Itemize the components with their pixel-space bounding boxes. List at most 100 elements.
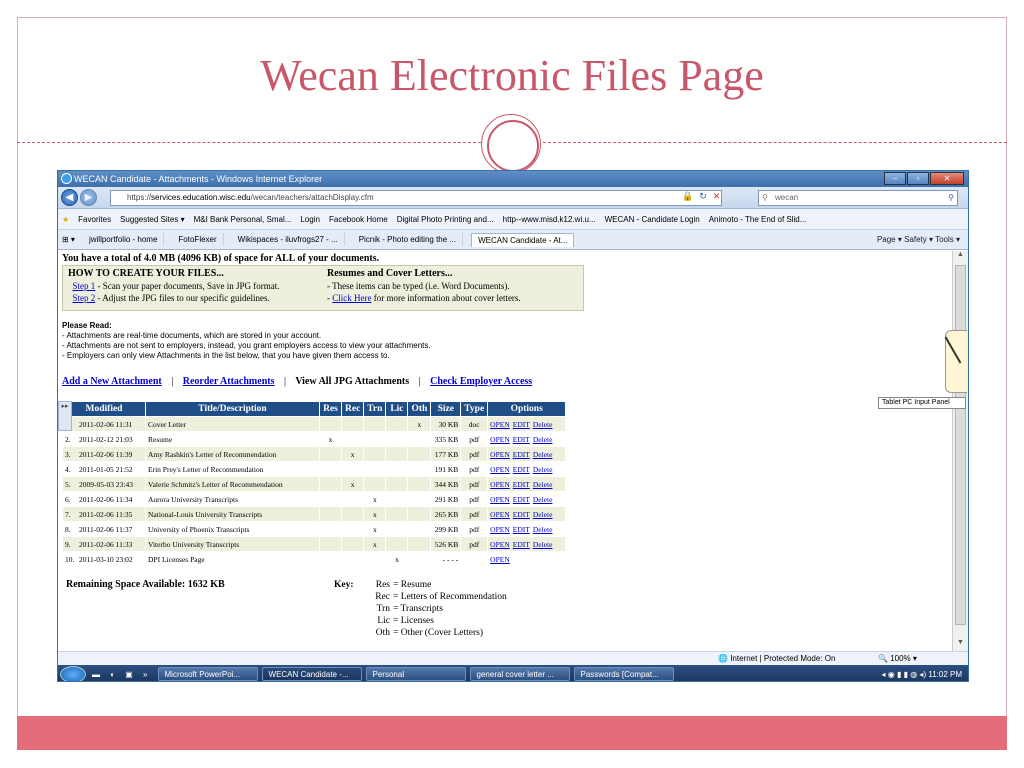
- close-icon[interactable]: ✕: [930, 172, 964, 185]
- open-link[interactable]: OPEN: [490, 510, 510, 519]
- edit-link[interactable]: EDIT: [513, 435, 530, 444]
- cell-title: National-Louis University Transcripts: [145, 506, 320, 522]
- favorites-item[interactable]: Login: [300, 215, 320, 224]
- side-panel-grip[interactable]: ▸▸: [58, 401, 72, 431]
- key-meaning: = Letters of Recommendation: [393, 592, 507, 602]
- open-link[interactable]: OPEN: [490, 420, 510, 429]
- open-link[interactable]: OPEN: [490, 450, 510, 459]
- open-link[interactable]: OPEN: [490, 525, 510, 534]
- delete-link[interactable]: Delete: [533, 420, 553, 429]
- forward-arrow-icon[interactable]: ▶: [80, 189, 97, 206]
- delete-link[interactable]: Delete: [533, 510, 553, 519]
- taskbar-button[interactable]: general cover letter ...: [469, 667, 570, 681]
- scrollbar-thumb[interactable]: [955, 265, 966, 625]
- cell-oth: [407, 476, 432, 492]
- open-link[interactable]: OPEN: [490, 465, 510, 474]
- quick-launch-icons[interactable]: ▬ ◐ ▣ »: [92, 670, 152, 679]
- quick-tabs-icon[interactable]: ⊞ ▾: [62, 235, 75, 244]
- taskbar-button[interactable]: WECAN Candidate -...: [261, 667, 362, 681]
- search-go-icon[interactable]: ⚲: [948, 191, 954, 205]
- cell-type: pdf: [460, 506, 489, 522]
- cell-title: University of Phoenix Transcripts: [145, 521, 320, 537]
- taskbar-button[interactable]: Microsoft PowerPoi...: [157, 667, 258, 681]
- delete-link[interactable]: Delete: [533, 450, 553, 459]
- cell-rec: [340, 506, 365, 522]
- row-number: 5.: [65, 479, 71, 489]
- favorites-item[interactable]: Animoto - The End of Slid...: [709, 215, 807, 224]
- edit-link[interactable]: EDIT: [513, 450, 530, 459]
- back-arrow-icon[interactable]: ◀: [61, 189, 78, 206]
- title-rule-left: [17, 142, 481, 143]
- tray-icons[interactable]: ◂ ◉ ▮ ▮ ◍ ◂): [882, 670, 927, 679]
- favorites-item[interactable]: WECAN - Candidate Login: [605, 215, 700, 224]
- separator: |: [171, 376, 174, 387]
- open-link[interactable]: OPEN: [490, 555, 510, 564]
- delete-link[interactable]: Delete: [533, 495, 553, 504]
- tab-jwillportfolio[interactable]: jwillportfolio - home: [83, 233, 165, 246]
- favorites-item[interactable]: M&I Bank Personal, Smal...: [194, 215, 292, 224]
- delete-link[interactable]: Delete: [533, 540, 553, 549]
- key-abbrev: Rec: [375, 592, 390, 602]
- tab-wikispaces[interactable]: Wikispaces - iluvfrogs27 - ...: [232, 233, 345, 246]
- favorites-item[interactable]: Digital Photo Printing and...: [397, 215, 494, 224]
- maximize-icon[interactable]: ▫: [907, 172, 929, 185]
- edit-link[interactable]: EDIT: [513, 510, 530, 519]
- url-domain: services.education.wisc.edu: [151, 193, 251, 202]
- minimize-icon[interactable]: –: [884, 172, 906, 185]
- edit-link[interactable]: EDIT: [513, 495, 530, 504]
- delete-link[interactable]: Delete: [533, 435, 553, 444]
- start-button[interactable]: [60, 665, 86, 681]
- delete-link[interactable]: Delete: [533, 465, 553, 474]
- refresh-icon[interactable]: ↻: [699, 191, 707, 202]
- open-link[interactable]: OPEN: [490, 435, 510, 444]
- edit-link[interactable]: EDIT: [513, 480, 530, 489]
- add-attachment-link[interactable]: Add a New Attachment: [62, 376, 162, 387]
- delete-link[interactable]: Delete: [533, 480, 553, 489]
- modified-date: 2011-02-12 21:03: [79, 434, 133, 444]
- reorder-attachments-link[interactable]: Reorder Attachments: [183, 376, 275, 387]
- open-link[interactable]: OPEN: [490, 480, 510, 489]
- scroll-down-icon[interactable]: ▼: [953, 639, 968, 651]
- open-link[interactable]: OPEN: [490, 495, 510, 504]
- search-input[interactable]: ⚲ wecan ⚲: [758, 190, 958, 206]
- cell-size: 30 KB: [430, 416, 462, 432]
- cell-rec: [340, 521, 365, 537]
- key-meaning: = Licenses: [393, 616, 434, 626]
- click-here-link[interactable]: Click Here: [332, 293, 371, 303]
- scroll-up-icon[interactable]: ▲: [953, 251, 968, 263]
- cell-rec: x: [340, 476, 365, 492]
- taskbar-button[interactable]: Personal: [365, 667, 466, 681]
- cell-oth: [407, 506, 432, 522]
- check-employer-access-link[interactable]: Check Employer Access: [430, 376, 532, 387]
- status-bar: 🌐 Internet | Protected Mode: On 🔍 100% ▾: [58, 651, 968, 665]
- url-input[interactable]: https://services.education.wisc.edu/weca…: [110, 190, 722, 206]
- tab-fotoflexer[interactable]: FotoFlexer: [172, 233, 224, 246]
- favorites-star-icon: ★: [62, 214, 70, 224]
- address-icons: 🔒 ↻ ✕: [682, 191, 720, 202]
- edit-link[interactable]: EDIT: [513, 525, 530, 534]
- favorites-item[interactable]: http--www.misd.k12.wi.u...: [503, 215, 596, 224]
- favorites-item[interactable]: Favorites: [78, 215, 111, 224]
- tab-picnik[interactable]: Picnik - Photo editing the ...: [353, 233, 464, 246]
- taskbar-button[interactable]: Passwords [Compat...: [573, 667, 674, 681]
- cell-rec: x: [340, 446, 365, 462]
- step1-link[interactable]: Step 1: [73, 281, 96, 291]
- open-link[interactable]: OPEN: [490, 540, 510, 549]
- favorites-item[interactable]: Suggested Sites ▾: [120, 215, 185, 224]
- stop-icon[interactable]: ✕: [713, 191, 721, 202]
- favorites-item[interactable]: Facebook Home: [329, 215, 388, 224]
- vertical-scrollbar[interactable]: ▲ ▼: [952, 251, 968, 651]
- tablet-input-panel-tab[interactable]: [945, 330, 967, 393]
- cell-res: x: [319, 431, 342, 447]
- tab-wecan[interactable]: WECAN Candidate - At...: [471, 232, 575, 247]
- delete-link[interactable]: Delete: [533, 525, 553, 534]
- edit-link[interactable]: EDIT: [513, 465, 530, 474]
- step1-text: - Scan your paper documents, Save in JPG…: [95, 281, 280, 291]
- lock-icon[interactable]: 🔒: [682, 191, 693, 202]
- please-read-heading: Please Read:: [62, 321, 112, 330]
- zoom-control[interactable]: 🔍 100% ▾: [878, 654, 917, 663]
- step2-link[interactable]: Step 2: [73, 293, 96, 303]
- edit-link[interactable]: EDIT: [513, 420, 530, 429]
- command-bar-tools[interactable]: Page ▾ Safety ▾ Tools ▾: [877, 235, 968, 244]
- edit-link[interactable]: EDIT: [513, 540, 530, 549]
